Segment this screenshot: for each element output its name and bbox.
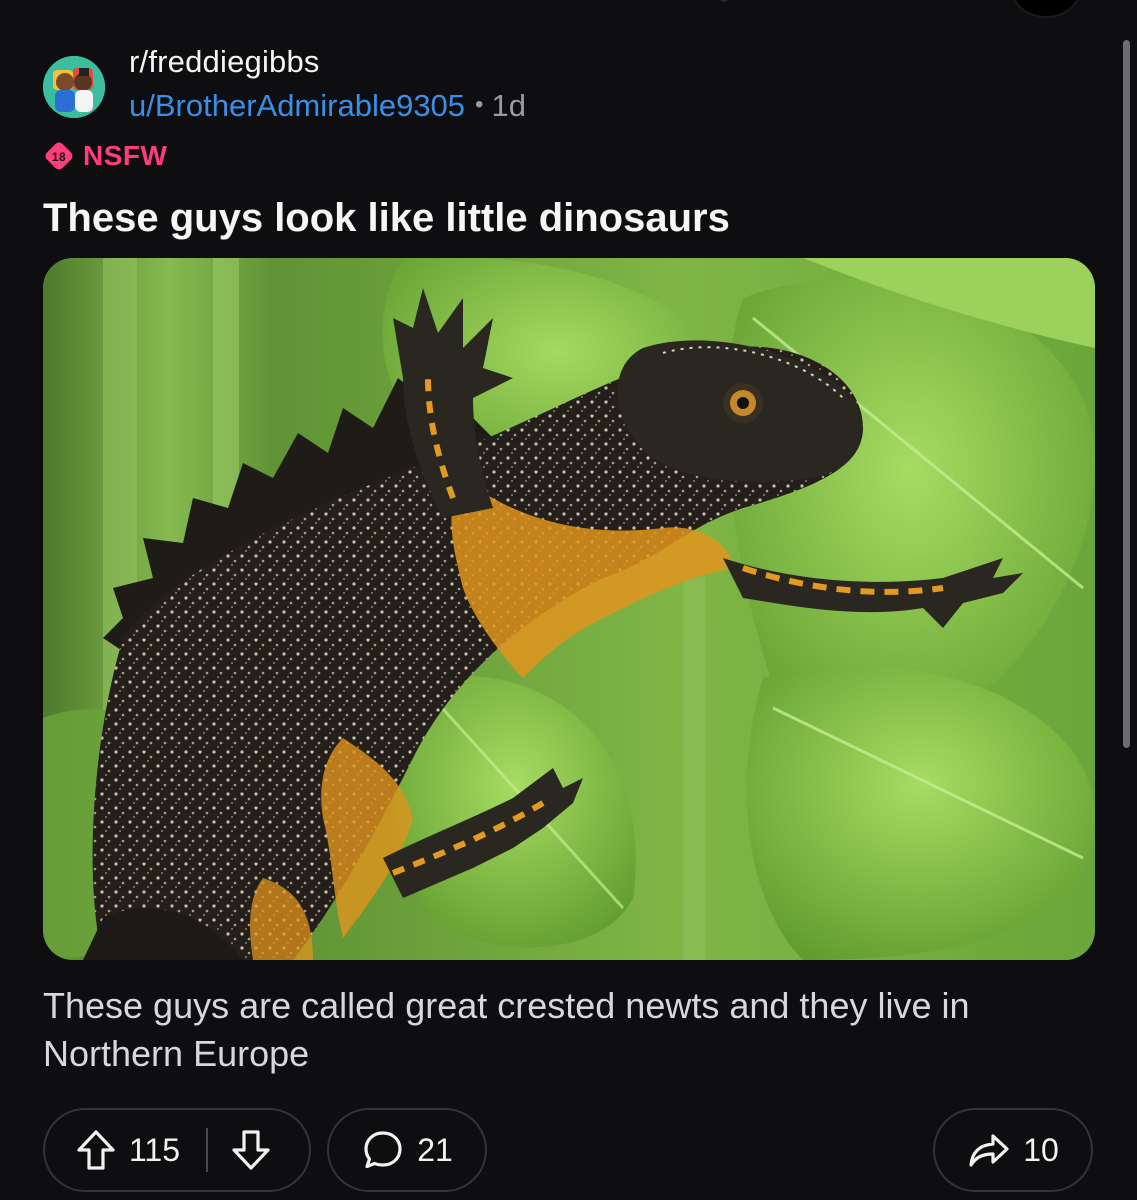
downvote-button[interactable] [230,1128,272,1172]
share-count: 10 [1023,1131,1059,1168]
post-title[interactable]: These guys look like little dinosaurs [43,196,730,241]
upvote-button[interactable] [75,1128,117,1172]
subreddit-avatar[interactable] [43,56,105,118]
newt-photo [43,258,1095,960]
scrollbar[interactable] [1123,40,1130,748]
subreddit-name[interactable]: r/freddiegibbs [129,44,320,80]
comment-bubble-icon [364,1131,402,1169]
vote-bar: 115 [43,1108,311,1192]
upvote-arrow-icon [77,1130,115,1170]
post-age: 1d [491,88,526,123]
comment-count: 21 [417,1131,453,1168]
post-image[interactable] [43,258,1095,960]
top-overflow-dot [720,0,728,2]
share-button[interactable]: 10 [933,1108,1093,1192]
downvote-arrow-icon [232,1130,270,1170]
post-meta: u/BrotherAdmirable9305 • 1d [129,88,526,124]
svg-text:18: 18 [52,150,66,164]
upvote-count: 115 [129,1131,181,1168]
nsfw-label: NSFW [83,140,168,171]
top-user-avatar[interactable] [1012,0,1080,18]
share-arrow-icon [969,1134,1009,1167]
nsfw-18-icon: 18 [45,142,73,170]
post-body: These guys are called great crested newt… [43,985,970,1074]
author-username[interactable]: u/BrotherAdmirable9305 [129,88,465,123]
vote-divider [206,1128,209,1172]
comments-button[interactable]: 21 [327,1108,487,1192]
meta-separator: • [475,91,484,118]
post-detail-page: r/freddiegibbs u/BrotherAdmirable9305 • 1d… [0,0,1137,1200]
nsfw-tag: 18 NSFW [43,140,167,172]
